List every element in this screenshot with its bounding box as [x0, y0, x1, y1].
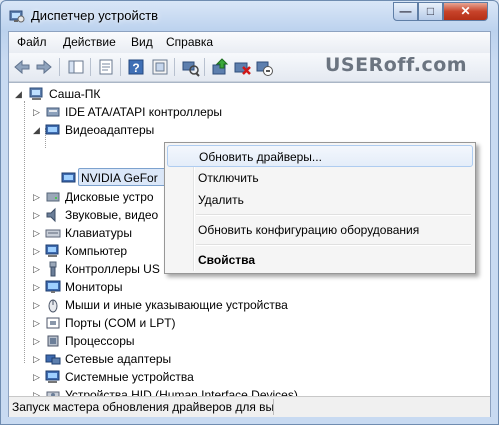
window-title: Диспетчер устройств	[31, 8, 159, 23]
expand-arrow-icon[interactable]: ▷	[33, 242, 40, 260]
computer-icon	[29, 87, 43, 100]
properties-icon[interactable]	[96, 57, 116, 77]
context-menu: Обновить драйверы... Отключить Удалить О…	[164, 142, 476, 274]
close-button[interactable]: ✕	[443, 2, 488, 21]
title-bar[interactable]: Диспетчер устройств — □ ✕	[1, 1, 498, 31]
back-icon[interactable]	[12, 57, 32, 77]
menu-item-label: Обновить конфигурацию оборудования	[198, 223, 420, 237]
tree-item-label: Звуковые, видео	[65, 208, 159, 222]
tree-guide-line	[24, 101, 25, 363]
menu-help[interactable]: Справка	[166, 35, 213, 49]
menu-delete[interactable]: Удалить	[167, 189, 473, 211]
tree-item-label: Дисковые устро	[65, 190, 154, 204]
toolbar: ? USERoff.com	[9, 53, 490, 82]
menu-separator	[196, 214, 471, 216]
menu-properties[interactable]: Свойства	[167, 249, 473, 271]
tree-item-label: Контроллеры US	[65, 262, 160, 276]
expand-arrow-icon[interactable]: ▷	[33, 368, 40, 386]
tree-item-label: Компьютер	[65, 244, 128, 258]
collapse-arrow-icon[interactable]: ◢	[15, 85, 22, 103]
menu-item-label: Отключить	[198, 171, 259, 185]
tree-item-label: IDE ATA/ATAPI контроллеры	[65, 105, 223, 119]
tree-item-label: Клавиатуры	[65, 226, 132, 240]
menu-disable[interactable]: Отключить	[167, 167, 473, 189]
forward-icon[interactable]	[34, 57, 54, 77]
monitor-icon	[45, 280, 61, 293]
processor-icon	[47, 335, 59, 347]
site-logo: USERoff.com	[325, 54, 468, 76]
port-icon	[46, 317, 60, 329]
menu-view[interactable]: Вид	[131, 35, 153, 49]
tree-item-label: Мыши и иные указывающие устройства	[65, 298, 288, 312]
tree-item-label: Порты (COM и LPT)	[65, 316, 176, 330]
expand-arrow-icon[interactable]: ▷	[33, 260, 40, 278]
computer-name: Саша-ПК	[49, 87, 101, 101]
expand-arrow-icon[interactable]: ▷	[33, 296, 40, 314]
disk-drive-icon	[46, 192, 60, 202]
menu-item-label: Удалить	[198, 193, 244, 207]
tree-item-label: Видеоадаптеры	[65, 123, 155, 137]
status-divider	[273, 399, 274, 415]
expand-arrow-icon[interactable]: ▷	[33, 224, 40, 242]
status-bar: Запуск мастера обновления драйверов для …	[9, 396, 490, 417]
toolbar-separator	[59, 58, 60, 76]
disable-device-icon[interactable]	[254, 57, 274, 77]
tree-item-label: NVIDIA GeFor	[81, 171, 158, 185]
device-manager-icon	[9, 10, 25, 23]
video-card-icon	[61, 172, 76, 183]
expand-arrow-icon[interactable]: ▷	[33, 332, 40, 350]
scan-hardware-icon[interactable]	[180, 57, 200, 77]
minimize-button[interactable]: —	[393, 2, 418, 21]
expand-arrow-icon[interactable]: ▷	[33, 278, 40, 296]
svg-text:?: ?	[132, 61, 139, 75]
computer-icon	[45, 244, 59, 257]
toolbar-separator	[120, 58, 121, 76]
expand-arrow-icon[interactable]: ▷	[33, 350, 40, 368]
expand-arrow-icon[interactable]: ▷	[33, 188, 40, 206]
menu-file[interactable]: Файл	[17, 35, 47, 49]
keyboard-icon	[45, 229, 61, 238]
maximize-button[interactable]: □	[418, 2, 443, 21]
menu-scan-hardware[interactable]: Обновить конфигурацию оборудования	[167, 219, 473, 241]
display-adapter-icon	[45, 124, 60, 135]
mouse-icon	[48, 299, 58, 313]
menu-bar: Файл Действие Вид Справка	[9, 32, 490, 54]
status-text: Запуск мастера обновления драйверов для …	[12, 400, 275, 414]
help-icon[interactable]: ?	[126, 57, 146, 77]
view-icon[interactable]	[150, 57, 170, 77]
expand-arrow-icon[interactable]: ▷	[33, 314, 40, 332]
menu-item-label: Обновить драйверы...	[199, 150, 322, 164]
menu-item-label: Свойства	[198, 253, 256, 267]
tree-item-label: Системные устройства	[65, 370, 194, 384]
menu-action[interactable]: Действие	[63, 35, 116, 49]
toolbar-separator	[204, 58, 205, 76]
expand-arrow-icon[interactable]: ▷	[33, 206, 40, 224]
tree-item-label: Сетевые адаптеры	[65, 352, 172, 366]
ide-controller-icon	[46, 107, 60, 117]
console-tree-icon[interactable]	[66, 57, 86, 77]
usb-icon	[49, 261, 57, 277]
menu-update-drivers[interactable]: Обновить драйверы...	[167, 145, 473, 167]
update-driver-icon[interactable]	[210, 57, 230, 77]
network-icon	[45, 354, 61, 365]
sound-icon	[46, 207, 56, 223]
tree-item-label: Процессоры	[65, 334, 135, 348]
toolbar-separator	[174, 58, 175, 76]
collapse-arrow-icon[interactable]: ◢	[33, 121, 40, 139]
expand-arrow-icon[interactable]: ▷	[33, 103, 40, 121]
uninstall-icon[interactable]	[232, 57, 252, 77]
menu-separator	[196, 244, 471, 246]
system-icon	[45, 370, 60, 383]
tree-item-label: Мониторы	[65, 280, 123, 294]
toolbar-separator	[90, 58, 91, 76]
